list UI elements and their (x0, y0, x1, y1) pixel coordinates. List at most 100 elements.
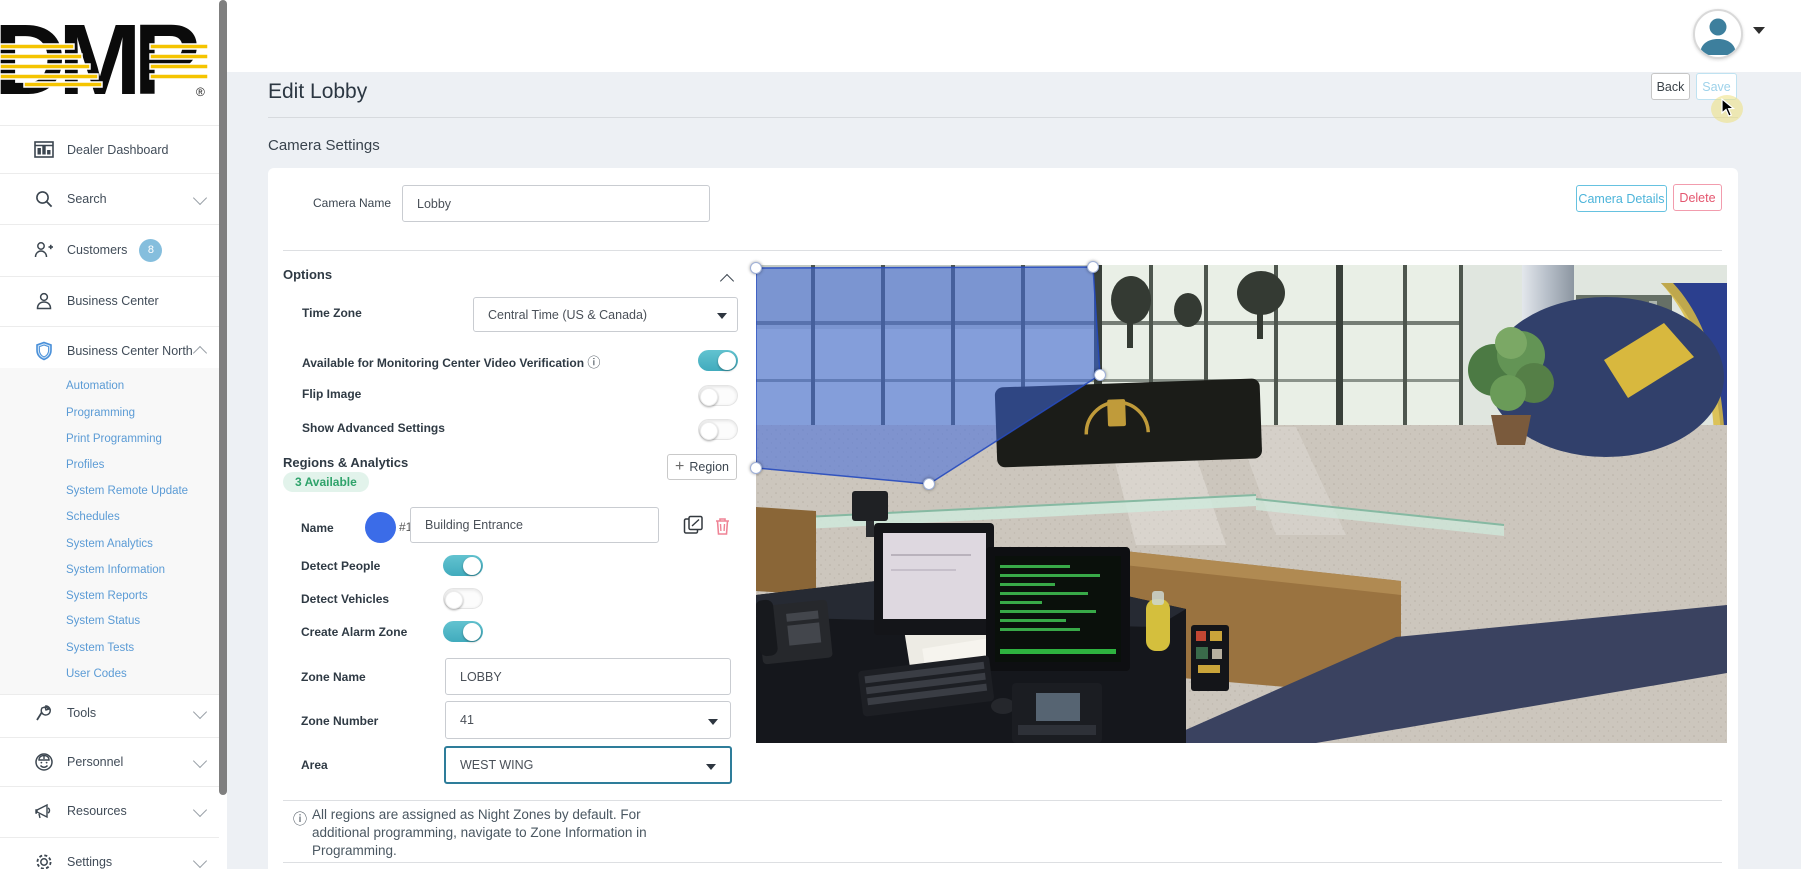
camera-name-input[interactable] (402, 185, 710, 222)
sidebar-item-resources[interactable]: Resources (0, 787, 219, 835)
camera-video-frame (756, 265, 1727, 743)
region-name-input[interactable] (410, 507, 659, 543)
sidebar-subitem-system-status[interactable]: System Status (66, 610, 140, 632)
sidebar-item-label: Business Center North (67, 344, 193, 358)
note-info-icon: ⓘ (293, 809, 307, 829)
sidebar-item-business-center[interactable]: Business Center (0, 277, 219, 325)
sidebar-item-personnel[interactable]: Personnel (0, 738, 219, 786)
chevron-down-icon (193, 704, 207, 718)
customers-count-badge: 8 (139, 239, 162, 262)
video-verification-label: Available for Monitoring Center Video Ve… (302, 352, 600, 371)
sidebar-item-dealer-dashboard[interactable]: Dealer Dashboard (0, 126, 219, 174)
region-color-dot[interactable] (365, 512, 396, 543)
sidebar-item-label: Dealer Dashboard (67, 143, 168, 157)
sidebar-item-label: Personnel (67, 755, 123, 769)
personnel-icon (34, 752, 54, 772)
caret-down-icon (708, 719, 718, 725)
topbar (227, 0, 1801, 72)
region-handle[interactable] (1087, 261, 1099, 273)
sidebar-subitem-schedules[interactable]: Schedules (66, 506, 120, 528)
detect-people-label: Detect People (301, 559, 380, 573)
time-zone-value: Central Time (US & Canada) (488, 308, 647, 322)
sidebar-item-label: Tools (67, 706, 96, 720)
sidebar-subitem-system-remote-update[interactable]: System Remote Update (66, 480, 188, 502)
camera-name-label: Camera Name (313, 196, 391, 210)
camera-video-preview[interactable] (756, 265, 1727, 743)
user-avatar[interactable] (1693, 9, 1743, 59)
sidebar-subitem-profiles[interactable]: Profiles (66, 454, 104, 476)
zone-number-select[interactable]: 41 (445, 701, 731, 739)
sidebar-item-label: Customers (67, 243, 127, 257)
flip-image-label: Flip Image (302, 387, 361, 401)
caret-down-icon (706, 764, 716, 770)
chevron-up-icon (193, 346, 207, 360)
phone-right (1012, 683, 1102, 743)
mouse-cursor (1721, 98, 1737, 118)
desk-hutch (756, 507, 816, 595)
time-zone-label: Time Zone (302, 306, 362, 320)
business-center-icon (34, 291, 54, 311)
sticker-panel (1191, 625, 1229, 691)
page-title: Edit Lobby (268, 80, 367, 104)
tools-icon (34, 703, 54, 723)
area-select[interactable]: WEST WING (444, 746, 732, 784)
sidebar-scrollbar[interactable] (219, 0, 227, 795)
lobby-scene (756, 265, 1727, 743)
sidebar-subitem-system-information[interactable]: System Information (66, 559, 165, 581)
area-label: Area (301, 758, 328, 772)
add-region-button[interactable]: + Region (667, 454, 737, 480)
sidebar-item-settings[interactable]: Settings (0, 838, 219, 869)
regions-note: All regions are assigned as Night Zones … (312, 806, 694, 860)
regions-available-badge: 3 Available (283, 472, 369, 492)
area-value: WEST WING (460, 758, 533, 772)
shield-icon (34, 341, 54, 361)
sidebar-item-label: Search (67, 192, 107, 206)
camera-details-button[interactable]: Camera Details (1576, 185, 1667, 212)
sidebar-item-search[interactable]: Search (0, 175, 219, 223)
sidebar-subitem-user-codes[interactable]: User Codes (66, 663, 127, 685)
chevron-down-icon (193, 802, 207, 816)
registered-mark: ® (196, 85, 205, 99)
app-root: DMP ® Dealer Dash (0, 0, 1801, 869)
settings-icon (34, 852, 54, 869)
delete-region-icon[interactable] (714, 516, 731, 536)
region-handle[interactable] (923, 478, 935, 490)
back-button[interactable]: Back (1651, 73, 1690, 100)
customers-icon (34, 240, 54, 260)
info-icon[interactable]: ⓘ (587, 355, 600, 370)
sidebar-item-label: Resources (67, 804, 127, 818)
sidebar-item-label: Business Center (67, 294, 159, 308)
delete-button[interactable]: Delete (1673, 184, 1722, 211)
create-alarm-zone-toggle[interactable] (443, 621, 483, 642)
region-name-label: Name (301, 521, 334, 535)
detect-people-toggle[interactable] (443, 555, 483, 576)
sidebar-subitem-system-analytics[interactable]: System Analytics (66, 533, 153, 555)
time-zone-select[interactable]: Central Time (US & Canada) (473, 297, 738, 332)
video-verification-toggle[interactable] (698, 350, 738, 371)
region-handle[interactable] (1094, 369, 1106, 381)
sidebar-subitem-automation[interactable]: Automation (66, 375, 124, 397)
region-handle[interactable] (750, 262, 762, 274)
desk-camera (852, 491, 888, 521)
zone-name-input[interactable] (445, 658, 731, 695)
show-advanced-settings-toggle[interactable] (698, 419, 738, 440)
sidebar-item-customers[interactable]: Customers 8 (0, 226, 219, 274)
sidebar-subitem-programming[interactable]: Programming (66, 402, 135, 424)
create-alarm-zone-label: Create Alarm Zone (301, 625, 407, 639)
sidebar-item-tools[interactable]: Tools (0, 689, 219, 737)
sidebar-subitem-system-reports[interactable]: System Reports (66, 585, 148, 607)
sidebar-subitem-print-programming[interactable]: Print Programming (66, 428, 162, 450)
region-handle[interactable] (750, 462, 762, 474)
avatar-menu-caret[interactable] (1753, 27, 1765, 34)
dashboard-icon (34, 140, 54, 160)
phone-left (756, 594, 833, 665)
flip-image-toggle[interactable] (698, 385, 738, 406)
detect-vehicles-label: Detect Vehicles (301, 592, 389, 606)
caret-down-icon (717, 313, 727, 319)
plus-icon: + (675, 458, 684, 476)
chevron-down-icon (193, 753, 207, 767)
detect-vehicles-toggle[interactable] (443, 588, 483, 609)
copy-region-icon[interactable] (683, 515, 704, 535)
sidebar-subitem-system-tests[interactable]: System Tests (66, 637, 134, 659)
zone-number-value: 41 (460, 713, 474, 727)
